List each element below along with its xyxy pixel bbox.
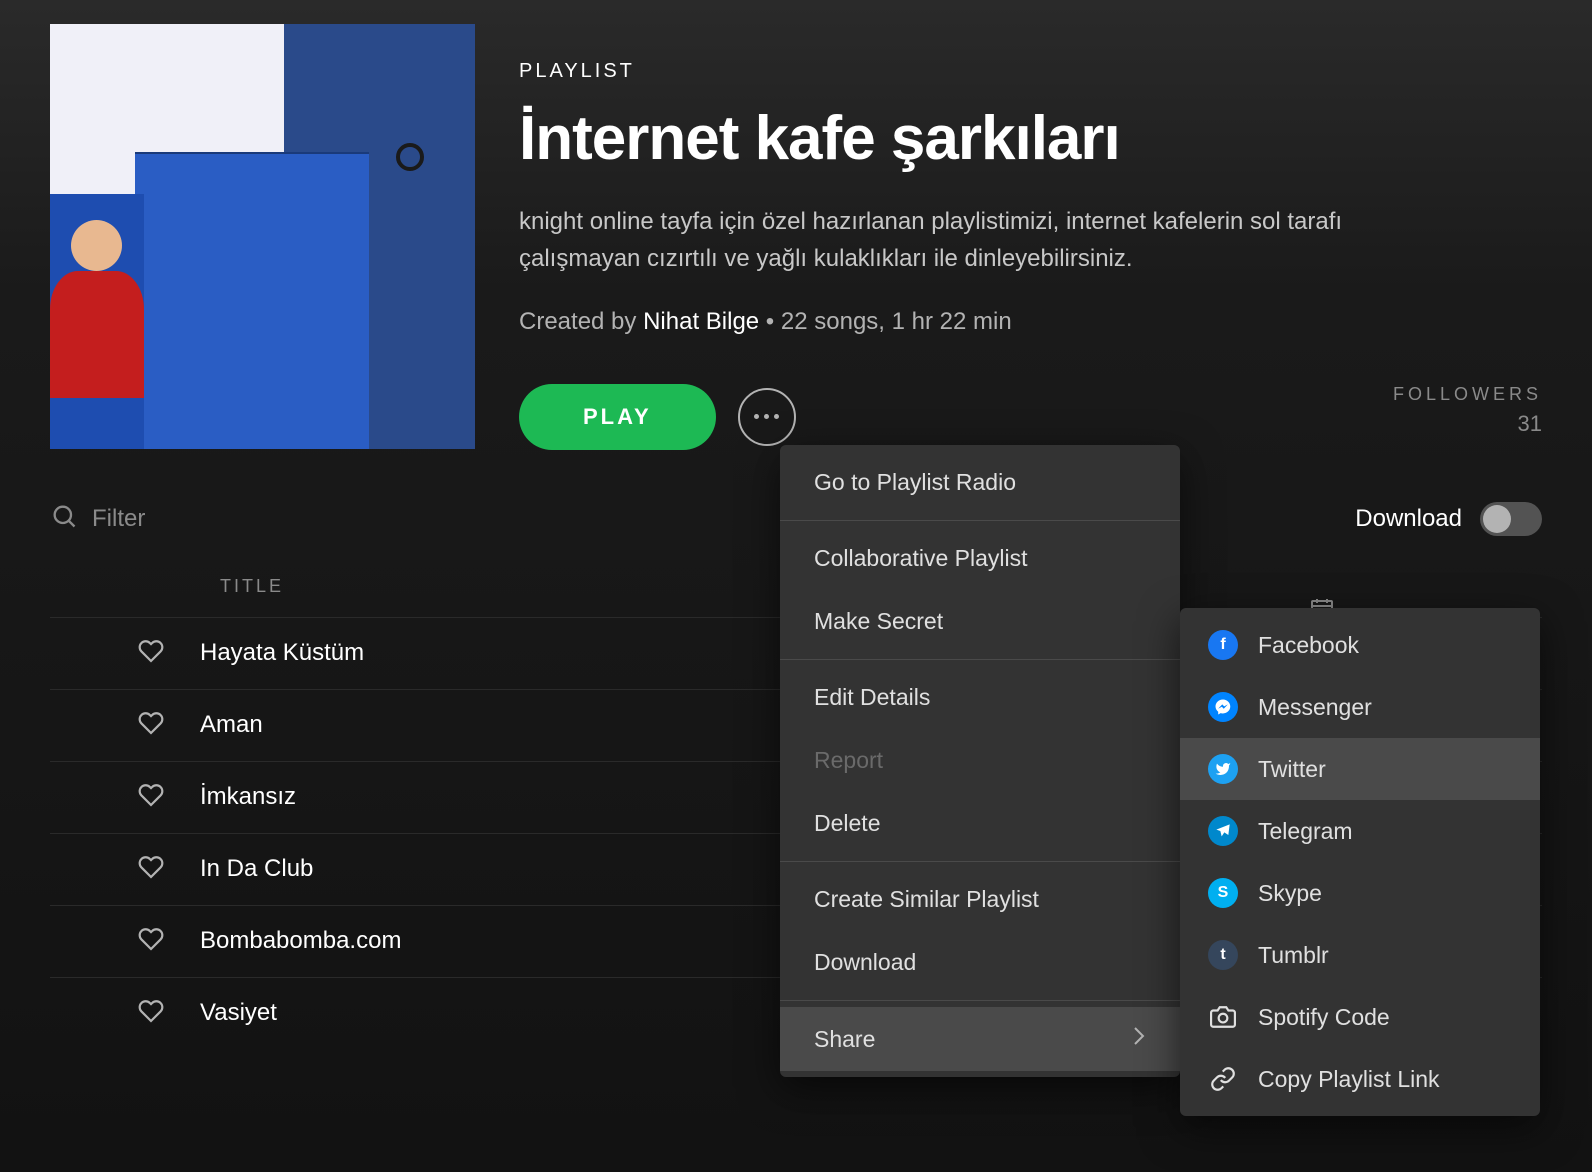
share-label: Tumblr: [1258, 942, 1329, 969]
skype-icon: S: [1208, 878, 1238, 908]
share-messenger[interactable]: Messenger: [1180, 676, 1540, 738]
search-icon: [50, 502, 78, 535]
share-submenu: f Facebook Messenger Twitter Telegram S …: [1180, 608, 1540, 1116]
playlist-header: PLAYLIST İnternet kafe şarkıları knight …: [0, 0, 1592, 450]
followers-block: FOLLOWERS 31: [1393, 384, 1542, 437]
share-tumblr[interactable]: t Tumblr: [1180, 924, 1540, 986]
heart-icon[interactable]: [138, 710, 164, 741]
chevron-right-icon: [1132, 1025, 1146, 1053]
menu-playlist-radio[interactable]: Go to Playlist Radio: [780, 451, 1180, 514]
heart-icon[interactable]: [138, 782, 164, 813]
share-twitter[interactable]: Twitter: [1180, 738, 1540, 800]
content-type-label: PLAYLIST: [519, 60, 1542, 83]
share-label: Twitter: [1258, 756, 1326, 783]
playlist-description: knight online tayfa için özel hazırlanan…: [519, 203, 1399, 277]
menu-download[interactable]: Download: [780, 931, 1180, 994]
share-facebook[interactable]: f Facebook: [1180, 614, 1540, 676]
playlist-cover[interactable]: [50, 24, 475, 449]
followers-label: FOLLOWERS: [1393, 384, 1542, 405]
menu-edit-details[interactable]: Edit Details: [780, 666, 1180, 729]
menu-collaborative[interactable]: Collaborative Playlist: [780, 527, 1180, 590]
share-label: Spotify Code: [1258, 1004, 1390, 1031]
share-label: Telegram: [1258, 818, 1353, 845]
context-menu: Go to Playlist Radio Collaborative Playl…: [780, 445, 1180, 1077]
camera-icon: [1208, 1002, 1238, 1032]
menu-share[interactable]: Share: [780, 1007, 1180, 1071]
menu-make-secret[interactable]: Make Secret: [780, 590, 1180, 653]
heart-icon[interactable]: [138, 926, 164, 957]
share-label: Facebook: [1258, 632, 1359, 659]
heart-icon[interactable]: [138, 638, 164, 669]
share-label: Messenger: [1258, 694, 1372, 721]
menu-delete[interactable]: Delete: [780, 792, 1180, 855]
download-toggle[interactable]: [1480, 502, 1542, 536]
link-icon: [1208, 1064, 1238, 1094]
created-by-prefix: Created by: [519, 308, 643, 335]
share-label: Skype: [1258, 880, 1322, 907]
playlist-title: İnternet kafe şarkıları: [519, 105, 1542, 173]
heart-icon[interactable]: [138, 854, 164, 885]
menu-report: Report: [780, 729, 1180, 792]
telegram-icon: [1208, 816, 1238, 846]
messenger-icon: [1208, 692, 1238, 722]
share-label: Copy Playlist Link: [1258, 1066, 1440, 1093]
menu-create-similar[interactable]: Create Similar Playlist: [780, 868, 1180, 931]
share-copy-link[interactable]: Copy Playlist Link: [1180, 1048, 1540, 1110]
twitter-icon: [1208, 754, 1238, 784]
more-options-button[interactable]: [738, 388, 796, 446]
share-spotify-code[interactable]: Spotify Code: [1180, 986, 1540, 1048]
download-label: Download: [1355, 505, 1462, 533]
heart-icon[interactable]: [138, 998, 164, 1029]
playlist-author[interactable]: Nihat Bilge: [643, 308, 759, 335]
menu-share-label: Share: [814, 1026, 875, 1053]
playlist-stats: • 22 songs, 1 hr 22 min: [759, 308, 1012, 335]
share-skype[interactable]: S Skype: [1180, 862, 1540, 924]
share-telegram[interactable]: Telegram: [1180, 800, 1540, 862]
followers-count: 31: [1393, 411, 1542, 437]
playlist-byline: Created by Nihat Bilge • 22 songs, 1 hr …: [519, 308, 1542, 336]
title-column-header[interactable]: TITLE: [220, 576, 284, 597]
facebook-icon: f: [1208, 630, 1238, 660]
tumblr-icon: t: [1208, 940, 1238, 970]
play-button[interactable]: PLAY: [519, 384, 716, 450]
